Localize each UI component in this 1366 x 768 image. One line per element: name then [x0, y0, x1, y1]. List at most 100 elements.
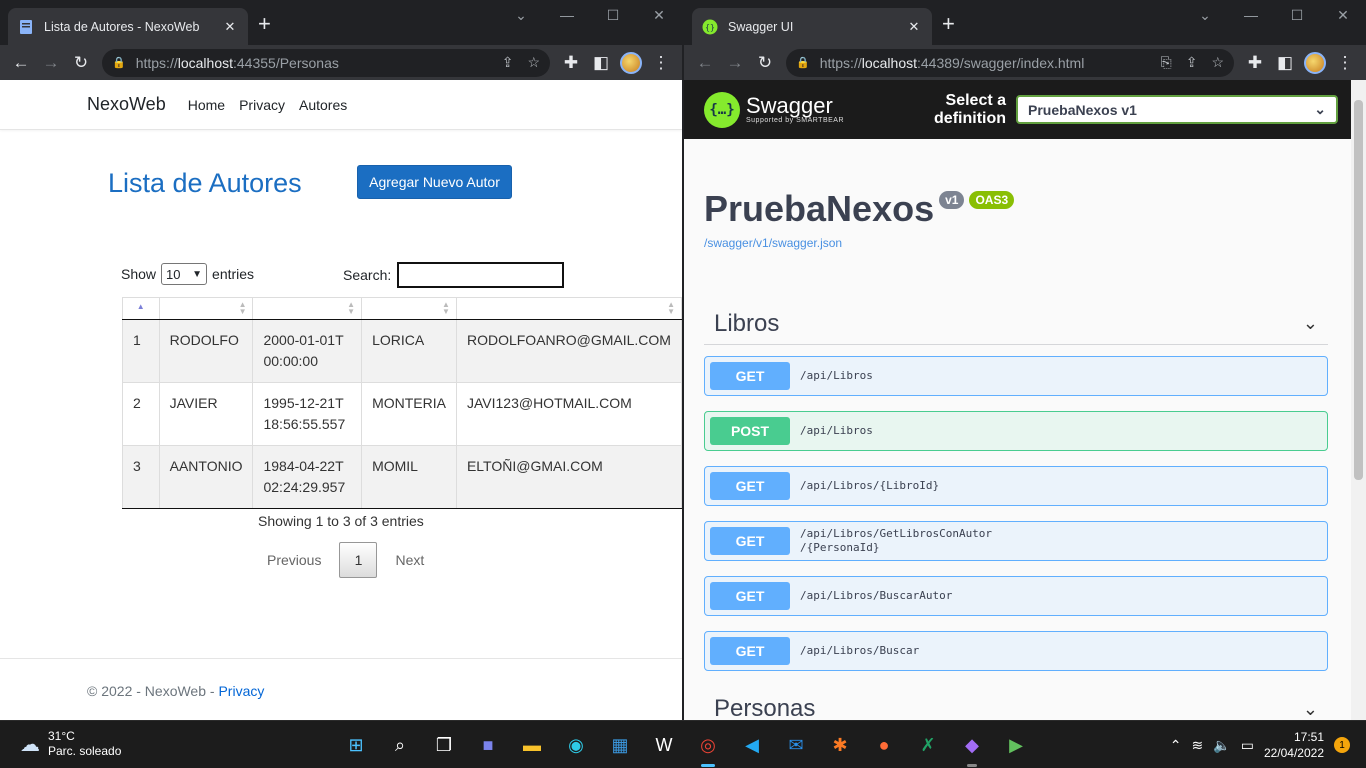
entries-select[interactable]: 10 ▼ [161, 263, 208, 285]
battery-icon[interactable]: ▭ [1241, 737, 1254, 754]
task-view-icon[interactable]: ❐ [426, 727, 462, 763]
column-header[interactable]: ▲ ▼ [252, 297, 363, 320]
back-icon[interactable]: ← [6, 49, 36, 77]
minimize-icon[interactable]: — [1228, 0, 1274, 32]
forward-icon[interactable]: → [720, 49, 750, 77]
minimize-icon[interactable]: — [544, 0, 590, 32]
footer-privacy-link[interactable]: Privacy [218, 683, 264, 699]
reload-icon[interactable]: ↻ [66, 49, 96, 77]
previous-page-button[interactable]: Previous [255, 552, 333, 568]
close-window-icon[interactable]: ✕ [636, 0, 682, 32]
swagger-page: {…} Swagger Supported by SMARTBEAR Selec… [684, 80, 1366, 720]
address-bar[interactable]: 🔒 https://localhost:44355/Personas ⇪ ☆ [102, 48, 550, 77]
media-player-icon[interactable]: ▶ [998, 727, 1034, 763]
menu-dots-icon[interactable]: ⋮ [1330, 49, 1360, 77]
menu-dots-icon[interactable]: ⋮ [646, 49, 676, 77]
document-icon [20, 19, 32, 34]
nav-autores[interactable]: Autores [299, 97, 347, 113]
extensions-icon[interactable]: ✚ [1240, 49, 1270, 77]
new-tab-icon[interactable]: + [258, 13, 271, 35]
tag-libros[interactable]: Libros ⌄ [704, 303, 1328, 345]
close-tab-icon[interactable]: ✕ [906, 19, 922, 35]
weather-text: Parc. soleado [48, 744, 122, 758]
teams-chat-icon[interactable]: ■ [470, 727, 506, 763]
volume-icon[interactable]: 🔈 [1213, 737, 1230, 754]
visual-studio-icon[interactable]: ◆ [954, 727, 990, 767]
edge-icon[interactable]: ◉ [558, 727, 594, 763]
column-header[interactable]: ▲ ▼ [455, 297, 682, 320]
operation-get-buscar[interactable]: GET /api/Libros/Buscar [704, 631, 1328, 671]
weather-widget[interactable]: ☁ 31°C Parc. soleado [20, 729, 121, 759]
column-header[interactable]: ▲ ▼ [361, 297, 457, 320]
search-label: Search: [343, 267, 392, 283]
back-icon[interactable]: ← [690, 49, 720, 77]
share-icon[interactable]: ⇪ [502, 54, 514, 71]
chevron-down-icon[interactable]: ⌄ [498, 0, 544, 32]
column-header[interactable]: ▲ [122, 297, 160, 320]
table-row[interactable]: 2 JAVIER 1995-12-21T18:56:55.557 MONTERI… [122, 382, 682, 446]
tag-personas[interactable]: Personas ⌄ [704, 688, 1328, 720]
chevron-down-icon[interactable]: ⌄ [1182, 0, 1228, 32]
profile-avatar[interactable] [1300, 49, 1330, 77]
search-input[interactable] [397, 262, 565, 288]
new-tab-icon[interactable]: + [942, 13, 955, 35]
chrome-icon[interactable]: ◎ [690, 727, 726, 767]
page-scrollbar[interactable] [1351, 80, 1366, 720]
translate-icon[interactable]: ⎘ [1161, 54, 1172, 71]
brand-link[interactable]: NexoWeb [87, 94, 166, 115]
operation-get-libros[interactable]: GET /api/Libros [704, 356, 1328, 396]
side-panel-icon[interactable]: ◧ [1270, 49, 1300, 77]
xampp-icon[interactable]: ✱ [822, 727, 858, 763]
definition-select[interactable]: PruebaNexos v1 ⌄ [1016, 95, 1339, 124]
notification-badge[interactable]: 1 [1334, 737, 1350, 753]
next-page-button[interactable]: Next [383, 552, 436, 568]
bookmark-star-icon[interactable]: ☆ [527, 54, 540, 71]
browser-tab[interactable]: {} Swagger UI ✕ [692, 8, 932, 45]
store-icon[interactable]: ▦ [602, 727, 638, 763]
vscode-icon[interactable]: ◀ [734, 727, 770, 763]
operation-post-libros[interactable]: POST /api/Libros [704, 411, 1328, 451]
window-controls: ⌄ — ☐ ✕ [1182, 0, 1366, 32]
operation-get-libro-by-id[interactable]: GET /api/Libros/{LibroId} [704, 466, 1328, 506]
chevron-up-icon[interactable]: ⌃ [1170, 737, 1182, 754]
column-header[interactable]: ▲ ▼ [158, 297, 254, 320]
postman-icon[interactable]: ● [866, 727, 902, 763]
close-window-icon[interactable]: ✕ [1320, 0, 1366, 32]
add-author-button[interactable]: Agregar Nuevo Autor [357, 165, 512, 199]
api-info: PruebaNexos v1 OAS3 /swagger/v1/swagger.… [704, 188, 1015, 250]
excel-icon[interactable]: ✗ [910, 727, 946, 763]
forward-icon[interactable]: → [36, 49, 66, 77]
mail-icon[interactable]: ✉ [778, 727, 814, 763]
table-row[interactable]: 1 RODOLFO 2000-01-01T00:00:00 LORICA ROD… [122, 319, 682, 383]
reload-icon[interactable]: ↻ [750, 49, 780, 77]
clock[interactable]: 17:51 22/04/2022 [1264, 729, 1324, 761]
maximize-icon[interactable]: ☐ [590, 0, 636, 32]
swagger-json-link[interactable]: /swagger/v1/swagger.json [704, 236, 1014, 250]
profile-avatar[interactable] [616, 49, 646, 77]
extensions-icon[interactable]: ✚ [556, 49, 586, 77]
start-icon[interactable]: ⊞ [338, 727, 374, 763]
operation-get-buscar-autor[interactable]: GET /api/Libros/BuscarAutor [704, 576, 1328, 616]
tab-strip: {} Swagger UI ✕ + ⌄ — ☐ ✕ [684, 0, 1366, 45]
file-explorer-icon[interactable]: ▬ [514, 727, 550, 763]
lock-icon: 🔒 [796, 57, 810, 69]
browser-window-nexoweb: Lista de Autores - NexoWeb ✕ + ⌄ — ☐ ✕ ←… [0, 0, 682, 720]
wikipedia-icon[interactable]: W [646, 727, 682, 763]
nav-privacy[interactable]: Privacy [239, 97, 285, 113]
wifi-icon[interactable]: ≋ [1192, 737, 1204, 754]
browser-tab[interactable]: Lista de Autores - NexoWeb ✕ [8, 8, 248, 45]
maximize-icon[interactable]: ☐ [1274, 0, 1320, 32]
bookmark-star-icon[interactable]: ☆ [1211, 54, 1224, 71]
address-bar[interactable]: 🔒 https://localhost:44389/swagger/index.… [786, 48, 1234, 77]
cell-city: MOMIL [361, 445, 457, 509]
operation-get-libros-con-autor[interactable]: GET /api/Libros/GetLibrosConAutor /{Pers… [704, 521, 1328, 561]
search-icon[interactable]: ⌕ [382, 727, 418, 763]
side-panel-icon[interactable]: ◧ [586, 49, 616, 77]
nav-home[interactable]: Home [188, 97, 225, 113]
swagger-logo[interactable]: {…} Swagger Supported by SMARTBEAR [704, 91, 844, 128]
scrollbar-thumb[interactable] [1354, 100, 1363, 480]
table-row[interactable]: 3 AANTONIO 1984-04-22T02:24:29.957 MOMIL… [122, 445, 682, 509]
share-icon[interactable]: ⇪ [1186, 54, 1198, 71]
close-tab-icon[interactable]: ✕ [222, 19, 238, 35]
current-page-button[interactable]: 1 [339, 542, 378, 578]
